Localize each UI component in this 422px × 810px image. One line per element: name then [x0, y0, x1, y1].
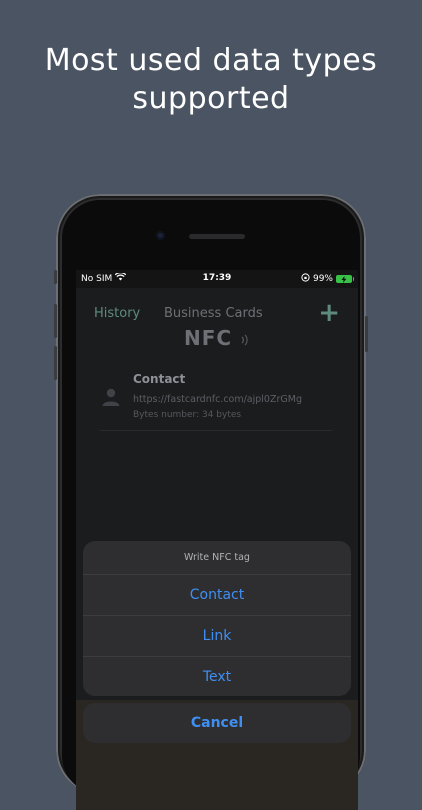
- front-camera: [156, 231, 165, 240]
- phone-screen: No SIM 17:39 99% History Business Cards …: [76, 270, 358, 810]
- list-item[interactable]: Contact https://fastcardnfc.com/ajpl0ZrG…: [100, 368, 332, 431]
- page-title: NFC: [76, 326, 358, 350]
- earpiece-speaker: [189, 234, 245, 239]
- history-tab[interactable]: History: [94, 306, 140, 321]
- volume-down-button: [54, 346, 57, 380]
- marketing-headline: Most used data types supported: [0, 42, 422, 118]
- headline-line-2: supported: [132, 81, 290, 116]
- action-sheet: Write NFC tag Contact Link Text: [83, 541, 351, 696]
- nfc-wave-icon: [241, 334, 248, 345]
- headline-line-1: Most used data types: [44, 43, 378, 78]
- option-contact[interactable]: Contact: [83, 575, 351, 616]
- action-sheet-title: Write NFC tag: [83, 541, 351, 575]
- mute-switch: [54, 270, 57, 284]
- phone-frame: No SIM 17:39 99% History Business Cards …: [54, 194, 368, 810]
- option-text[interactable]: Text: [83, 657, 351, 696]
- plus-icon[interactable]: +: [318, 300, 340, 326]
- record-url: https://fastcardnfc.com/ajpl0ZrGMg: [133, 394, 302, 405]
- orientation-lock-icon: [301, 273, 310, 285]
- top-nav: History Business Cards +: [76, 300, 358, 328]
- status-bar: No SIM 17:39 99%: [76, 270, 358, 288]
- person-icon: [102, 388, 120, 406]
- option-link[interactable]: Link: [83, 616, 351, 657]
- page-title-text: NFC: [183, 326, 233, 350]
- volume-up-button: [54, 304, 57, 338]
- cancel-button[interactable]: Cancel: [83, 703, 351, 743]
- record-title: Contact: [133, 372, 186, 386]
- record-bytes: Bytes number: 34 bytes: [133, 410, 242, 420]
- business-cards-tab[interactable]: Business Cards: [164, 306, 263, 321]
- power-button: [365, 316, 368, 352]
- battery-charging-icon: [336, 275, 354, 283]
- battery-percent: 99%: [312, 274, 333, 284]
